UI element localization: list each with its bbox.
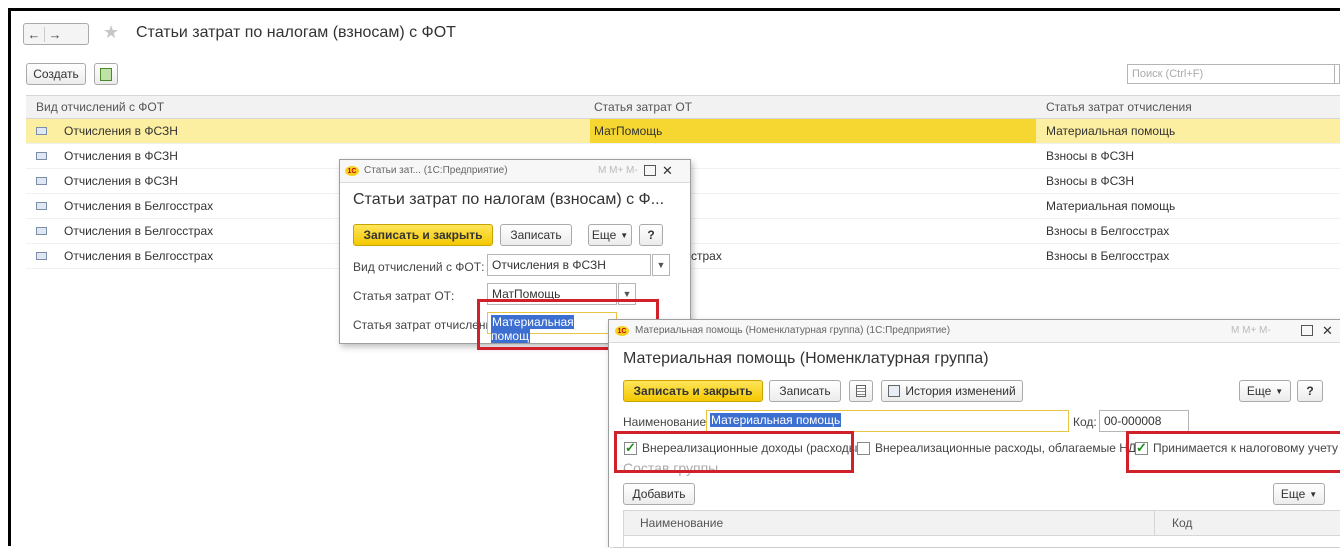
close-icon[interactable]: ✕ (1322, 323, 1333, 339)
kind-field[interactable]: Отчисления в ФСЗН (487, 254, 651, 276)
save-close-button[interactable]: Записать и закрыть (623, 380, 763, 402)
cell-kind: Отчисления в ФСЗН (64, 174, 178, 188)
more-label: Еще (1246, 384, 1272, 398)
copy-icon (100, 67, 112, 81)
column-code[interactable]: Код (1172, 516, 1192, 530)
chevron-down-icon: ▼ (1309, 489, 1318, 499)
highlight-box-nonoperating (614, 431, 854, 473)
cell-kind: Отчисления в ФСЗН (64, 149, 178, 163)
cell-cost-deduction: Взносы в ФСЗН (1046, 174, 1135, 188)
cell-kind: Отчисления в Белгосстрах (64, 249, 214, 263)
history-label: История изменений (905, 384, 1016, 398)
dialog-titlebar: 1С Статьи зат... (1С:Предприятие) M M+ M… (340, 160, 690, 183)
column-cost-ot[interactable]: Статья затрат ОТ (594, 100, 692, 114)
row-icon (36, 152, 47, 160)
cell-cost-deduction: Взносы в Белгосстрах (1046, 249, 1170, 263)
dialog-window-title: Материальная помощь (Номенклатурная груп… (635, 325, 951, 336)
memory-buttons[interactable]: M M+ M- (598, 165, 638, 176)
checkbox-vat-expenses[interactable] (857, 442, 870, 455)
cell-cost-deduction: Материальная помощь (1046, 124, 1176, 138)
page-title: Статьи затрат по налогам (взносам) с ФОТ (136, 24, 456, 41)
save-button[interactable]: Записать (500, 224, 572, 246)
table-row[interactable]: Отчисления в ФСЗН МатПомощь Материальная… (26, 119, 1340, 144)
cell-kind: Отчисления в Белгосстрах (64, 199, 214, 213)
cell-cost-deduction: Взносы в ФСЗН (1046, 149, 1135, 163)
column-kind[interactable]: Вид отчислений с ФОТ (36, 100, 164, 114)
1c-logo-icon: 1С (615, 326, 629, 336)
search-clear[interactable] (1334, 64, 1340, 84)
favorite-star-icon[interactable]: ★ (103, 22, 119, 43)
row-icon (36, 202, 47, 210)
dialog-heading: Статьи затрат по налогам (взносам) с Ф..… (353, 191, 665, 208)
copy-button[interactable] (94, 63, 118, 85)
search-input[interactable]: Поиск (Ctrl+F) (1127, 64, 1335, 84)
chevron-down-icon: ▼ (620, 230, 629, 240)
save-close-button[interactable]: Записать и закрыть (353, 224, 493, 246)
row-icon (36, 252, 47, 260)
cell-kind: Отчисления в Белгосстрах (64, 224, 214, 238)
add-button[interactable]: Добавить (623, 483, 695, 505)
label-cost-ot: Статья затрат ОТ: (353, 289, 455, 303)
label-code: Код: (1073, 415, 1097, 429)
code-field[interactable]: 00-000008 (1099, 410, 1189, 432)
checkbox-vat-expenses-label: Внереализационные расходы, облагаемые НД… (875, 441, 1145, 455)
label-name: Наименование: (623, 415, 710, 429)
dialog-window-title: Статьи зат... (1С:Предприятие) (364, 165, 508, 176)
create-button[interactable]: Создать (26, 63, 86, 85)
name-field[interactable]: Материальная помощь (706, 410, 1069, 432)
more-button-table[interactable]: Еще ▼ (1273, 483, 1325, 505)
more-label: Еще (591, 228, 617, 242)
cell-cost-deduction: Взносы в Белгосстрах (1046, 224, 1170, 238)
report-icon (856, 385, 866, 397)
maximize-icon[interactable] (1301, 325, 1313, 336)
group-table: Наименование Код (623, 510, 1340, 548)
cell-cost-ot: МатПомощь (594, 124, 663, 138)
back-arrow-icon[interactable]: ← (24, 27, 44, 42)
history-icon (888, 385, 901, 397)
table-header: Вид отчислений с ФОТ Статья затрат ОТ Ст… (26, 95, 1340, 119)
highlight-box-tax-accounting (1126, 431, 1340, 473)
column-cost-deduction[interactable]: Статья затрат отчисления (1046, 100, 1192, 114)
column-name[interactable]: Наименование (640, 516, 723, 530)
row-icon (36, 227, 47, 235)
cell-cost-deduction: Материальная помощь (1046, 199, 1176, 213)
report-button[interactable] (849, 380, 873, 402)
memory-buttons[interactable]: M M+ M- (1231, 325, 1271, 336)
name-value: Материальная помощь (710, 413, 842, 427)
column-divider (1154, 511, 1155, 535)
1c-logo-icon: 1С (345, 166, 359, 176)
row-icon (36, 127, 47, 135)
label-kind: Вид отчислений с ФОТ: (353, 260, 485, 274)
row-icon (36, 177, 47, 185)
close-icon[interactable]: ✕ (662, 163, 673, 179)
nav-buttons: ← → (23, 23, 89, 45)
help-button[interactable]: ? (639, 224, 663, 246)
history-button[interactable]: История изменений (881, 380, 1023, 402)
more-button[interactable]: Еще ▼ (588, 224, 632, 246)
kind-dropdown[interactable]: ▼ (652, 254, 670, 276)
chevron-down-icon: ▼ (1275, 386, 1284, 396)
forward-arrow-icon[interactable]: → (44, 26, 65, 42)
more-button[interactable]: Еще ▼ (1239, 380, 1291, 402)
save-button[interactable]: Записать (769, 380, 841, 402)
dialog-heading: Материальная помощь (Номенклатурная груп… (623, 350, 989, 367)
group-table-header: Наименование Код (624, 511, 1340, 536)
maximize-icon[interactable] (644, 165, 656, 176)
help-button[interactable]: ? (1297, 380, 1323, 402)
dialog-titlebar: 1С Материальная помощь (Номенклатурная г… (609, 320, 1340, 343)
cell-kind: Отчисления в ФСЗН (64, 124, 178, 138)
more-label: Еще (1280, 487, 1306, 501)
